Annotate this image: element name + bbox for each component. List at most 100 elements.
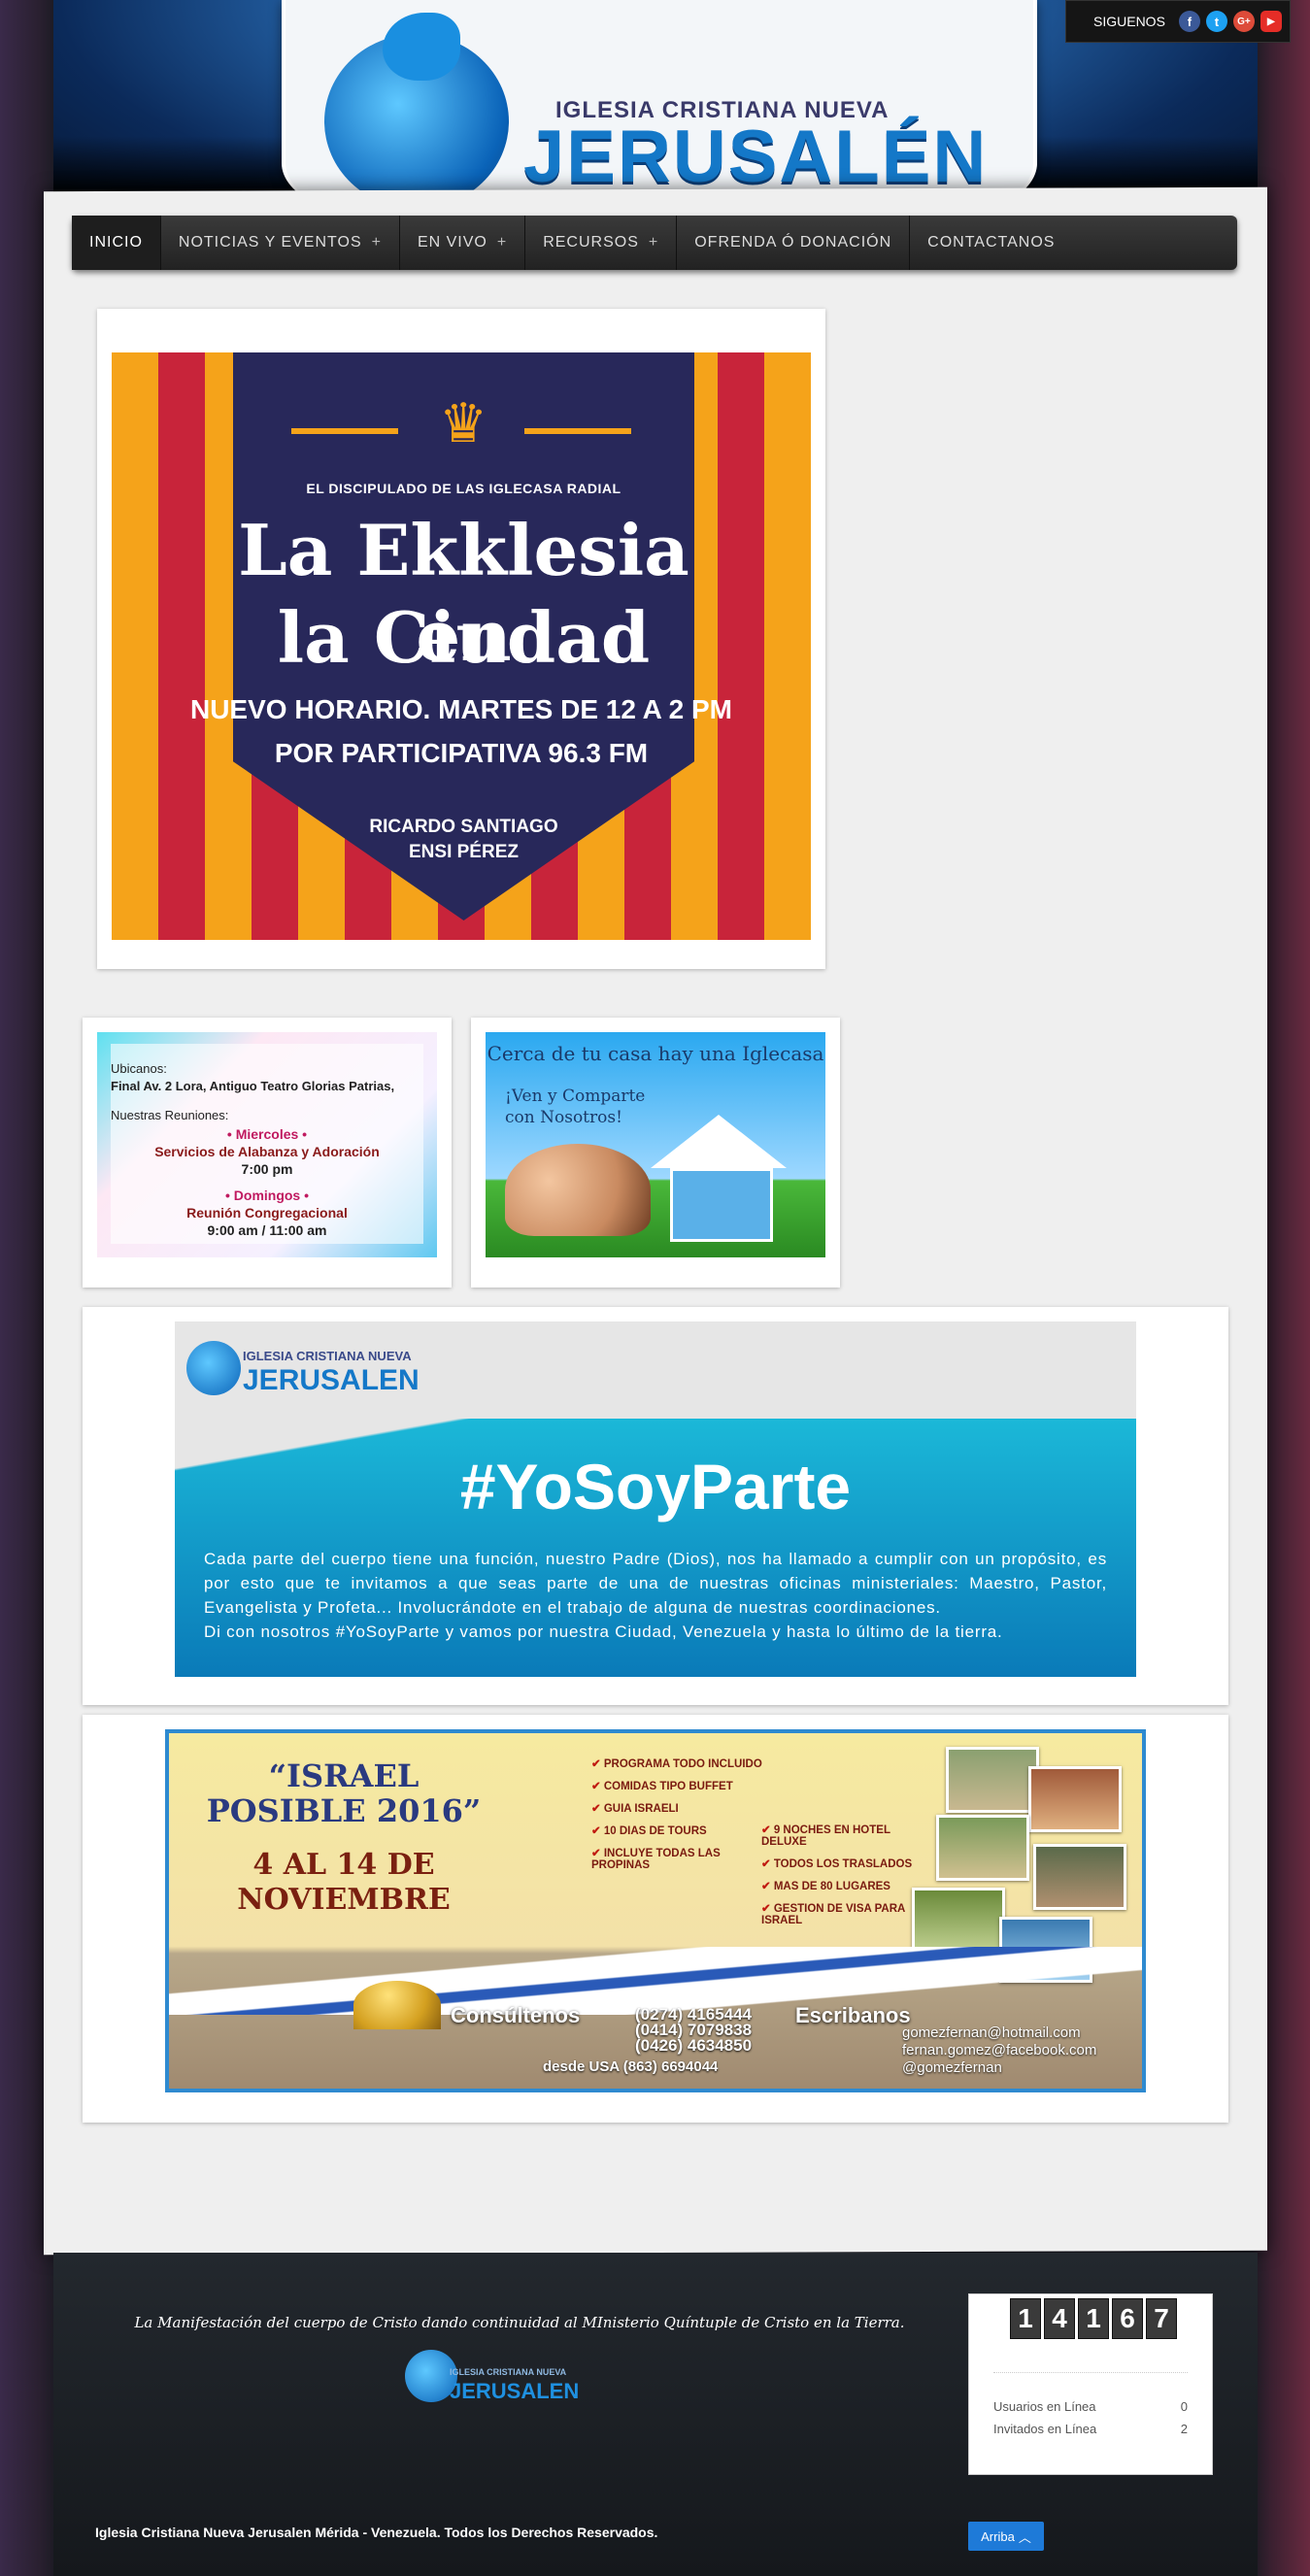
- counter-digit: 7: [1146, 2298, 1177, 2339]
- israel-photos: [912, 1747, 1130, 1983]
- location-ubicanos: Ubicanos:: [111, 1061, 167, 1076]
- radio-schedule: NUEVO HORARIO. MARTES DE 12 A 2 PM: [189, 694, 732, 724]
- house-roof: [651, 1115, 787, 1168]
- location-day1: • Miercoles •: [226, 1126, 308, 1142]
- plus-icon: +: [371, 234, 382, 251]
- location-banner[interactable]: Ubicanos: Final Av. 2 Lora, Antiguo Teat…: [97, 1032, 437, 1257]
- house-body: [670, 1168, 773, 1242]
- feature-item: INCLUYE TODAS LAS PROPINAS: [591, 1846, 766, 1871]
- footer-copyright: Iglesia Cristiana Nueva Jerusalen Mérida…: [95, 2525, 658, 2540]
- counter-digits: 1 4 1 6 7: [1010, 2298, 1177, 2339]
- israel-dates: 4 AL 14 DE NOVIEMBRE: [188, 1848, 499, 1918]
- israel-features-1: PROGRAMA TODO INCLUIDO COMIDAS TIPO BUFF…: [591, 1756, 766, 1880]
- nav-contactanos[interactable]: CONTACTANOS: [910, 216, 1072, 270]
- sword-left-icon: [291, 428, 398, 434]
- crown-icon: ♛: [439, 392, 488, 453]
- dove-globe-logo-icon: [186, 1341, 241, 1395]
- logo-title: JERUSALÉN: [523, 116, 989, 198]
- iglecasa-sub-line2: con Nosotros!: [505, 1108, 622, 1127]
- feature-item: 10 DIAS DE TOURS: [591, 1823, 766, 1837]
- nav-recursos[interactable]: RECURSOS +: [525, 216, 678, 270]
- main-nav: INICIO NOTICIAS Y EVENTOS + EN VIVO + RECU…: [72, 216, 1237, 270]
- location-service1: Servicios de Alabanza y Adoración: [154, 1144, 380, 1159]
- online-users-value: 0: [1180, 2399, 1188, 2414]
- israel-tour-banner[interactable]: “ISRAEL POSIBLE 2016” 4 AL 14 DE NOVIEMB…: [165, 1729, 1146, 2092]
- plus-icon: +: [648, 234, 659, 251]
- footer-logo-title: JERUSALEN: [450, 2379, 580, 2403]
- nav-label: RECURSOS: [543, 234, 639, 251]
- contact-facebook: fernan.gomez@facebook.com: [902, 2042, 1097, 2058]
- feature-item: MAS DE 80 LUGARES: [761, 1879, 936, 1892]
- location-time1: 7:00 pm: [241, 1161, 293, 1177]
- nav-noticias-y-eventos[interactable]: NOTICIAS Y EVENTOS +: [161, 216, 400, 270]
- location-service2: Reunión Congregacional: [186, 1205, 348, 1221]
- footer-logo-subtitle: IGLESIA CRISTIANA NUEVA: [450, 2367, 567, 2377]
- dove-globe-logo-icon: [324, 13, 509, 209]
- back-to-top-button[interactable]: Arriba ︿: [968, 2522, 1044, 2551]
- chevron-up-icon: ︿: [1018, 2529, 1031, 2545]
- israel-title: “ISRAEL POSIBLE 2016”: [188, 1758, 499, 1828]
- counter-separator: [993, 2372, 1188, 2373]
- israel-contacts: gomezfernan@hotmail.com fernan.gomez@fac…: [902, 2024, 1096, 2077]
- photo: [1033, 1844, 1126, 1910]
- radio-title-line2: la Ciudad: [277, 596, 651, 679]
- yoso-paragraph: Cada parte del cuerpo tiene una función,…: [204, 1550, 1107, 1617]
- twitter-icon[interactable]: t: [1205, 11, 1227, 32]
- israel-dates-line2: NOVIEMBRE: [237, 1883, 451, 1917]
- israel-escribanos: Escribanos: [795, 2003, 911, 2027]
- footer-motto: La Manifestación del cuerpo de Cristo da…: [134, 2314, 905, 2331]
- counter-digit: 1: [1010, 2298, 1041, 2339]
- social-label: SIGUENOS: [1093, 14, 1165, 29]
- location-reuniones: Nuestras Reuniones:: [111, 1108, 229, 1122]
- nav-label: NOTICIAS Y EVENTOS: [178, 234, 362, 251]
- feature-item: COMIDAS TIPO BUFFET: [591, 1779, 766, 1792]
- sword-right-icon: [524, 428, 631, 434]
- feature-item: GUIA ISRAELI: [591, 1801, 766, 1815]
- counter-digit: 4: [1044, 2298, 1075, 2339]
- iglecasa-sub-line1: ¡Ven y Comparte: [505, 1087, 646, 1106]
- youtube-icon[interactable]: ▶: [1260, 11, 1282, 32]
- feature-item: GESTION DE VISA PARA ISRAEL: [761, 1901, 936, 1926]
- iglecasa-banner[interactable]: Cerca de tu casa hay una Iglecasa ¡Ven y…: [486, 1032, 825, 1257]
- yoso-logo-title: JERUSALEN: [243, 1364, 420, 1396]
- nav-en-vivo[interactable]: EN VIVO +: [400, 216, 526, 270]
- photo: [912, 1888, 1005, 1954]
- facebook-icon[interactable]: f: [1178, 11, 1200, 32]
- visitor-counter: 1 4 1 6 7 Usuarios en Línea 0 Invitados …: [968, 2293, 1213, 2475]
- host-name: ENSI PÉREZ: [409, 842, 519, 862]
- online-guests-value: 2: [1180, 2422, 1188, 2436]
- israel-dates-line1: 4 AL 14 DE: [252, 1848, 435, 1882]
- counter-digit: 6: [1112, 2298, 1143, 2339]
- iglecasa-heading: Cerca de tu casa hay una Iglecasa: [487, 1042, 824, 1065]
- israel-title-line2: POSIBLE 2016”: [206, 1792, 482, 1829]
- radio-station: POR PARTICIPATIVA 96.3 FM: [274, 738, 649, 768]
- israel-phones: (0274) 4165444 (0414) 7079838 (0426) 463…: [635, 2006, 752, 2054]
- feature-item: TODOS LOS TRASLADOS: [761, 1857, 936, 1870]
- social-bar: SIGUENOS f t G+ ▶: [1065, 0, 1291, 43]
- location-day2: • Domingos •: [224, 1188, 310, 1203]
- israel-consultenos: Consúltenos: [451, 2003, 581, 2027]
- contact-email: gomezfernan@hotmail.com: [902, 2024, 1081, 2041]
- host-name: RICARDO SANTIAGO: [369, 817, 558, 837]
- photo: [1028, 1766, 1122, 1832]
- yosoyparte-banner[interactable]: IGLESIA CRISTIANA NUEVA JERUSALEN #YoSoy…: [175, 1321, 1136, 1677]
- location-time2: 9:00 am / 11:00 am: [207, 1222, 327, 1238]
- location-address: Final Av. 2 Lora, Antiguo Teatro Glorias…: [111, 1079, 395, 1093]
- radio-banner[interactable]: ♛ EL DISCIPULADO DE LAS IGLECASA RADIAL …: [112, 352, 811, 940]
- contact-twitter: @gomezfernan: [902, 2059, 1002, 2076]
- nav-ofrenda[interactable]: OFRENDA Ó DONACIÓN: [677, 216, 911, 270]
- card-tab: [97, 309, 118, 330]
- yoso-paragraph: Di con nosotros #YoSoyParte y vamos por …: [204, 1623, 1003, 1641]
- google-plus-icon[interactable]: G+: [1232, 11, 1255, 32]
- dome-of-rock: [353, 1981, 441, 2029]
- nav-label: EN VIVO: [417, 234, 487, 251]
- yoso-hashtag: #YoSoyParte: [459, 1451, 852, 1522]
- israel-features-2: 9 NOCHES EN HOTEL DELUXE TODOS LOS TRASL…: [761, 1823, 936, 1935]
- online-guests-row: Invitados en Línea 2: [993, 2422, 1188, 2436]
- plus-icon: +: [496, 234, 508, 251]
- feature-item: 9 NOCHES EN HOTEL DELUXE: [761, 1823, 936, 1848]
- nav-label: OFRENDA Ó DONACIÓN: [694, 234, 892, 251]
- nav-inicio[interactable]: INICIO: [72, 216, 161, 270]
- back-to-top-label: Arriba: [981, 2528, 1015, 2544]
- online-users-label: Usuarios en Línea: [993, 2399, 1096, 2414]
